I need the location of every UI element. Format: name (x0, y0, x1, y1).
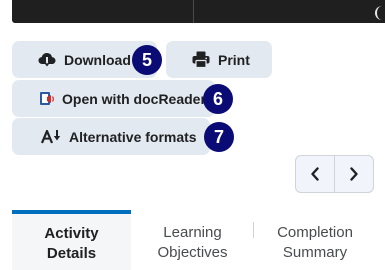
toolbar-edge (375, 6, 385, 20)
pager (295, 155, 374, 193)
download-badge: 5 (132, 45, 162, 75)
download-label: Download (64, 51, 131, 68)
open-docreader-button[interactable]: Open with docReader (12, 80, 215, 117)
tab-completion-summary-line1: Completion (277, 224, 353, 241)
chevron-left-icon (311, 167, 319, 181)
docreader-icon (38, 90, 56, 108)
next-button[interactable] (335, 156, 373, 192)
chevron-right-icon (350, 167, 358, 181)
top-toolbar (12, 0, 385, 23)
tab-activity-details-line2: Details (46, 245, 97, 262)
tab-activity-details-line1: Activity (44, 225, 99, 242)
tab-learning-objectives[interactable]: Learning Objectives (135, 210, 250, 270)
tab-activity-details[interactable]: Activity Details (12, 210, 131, 270)
printer-icon (192, 51, 210, 69)
alternative-formats-button[interactable]: Alternative formats (12, 118, 210, 155)
tab-completion-summary-line2: Summary (282, 244, 348, 261)
print-label: Print (218, 51, 250, 68)
tab-completion-summary[interactable]: Completion Summary (257, 210, 373, 270)
alternative-formats-badge: 7 (204, 122, 234, 152)
tab-learning-objectives-line1: Learning (163, 224, 222, 241)
toolbar-divider (193, 0, 194, 23)
tab-separator (253, 222, 254, 238)
tab-learning-objectives-line2: Objectives (157, 244, 228, 261)
alternative-formats-icon (41, 128, 61, 146)
alternative-formats-label: Alternative formats (69, 128, 197, 145)
cloud-download-icon (38, 51, 56, 69)
print-button[interactable]: Print (166, 41, 272, 78)
docreader-badge: 6 (203, 84, 233, 114)
previous-button[interactable] (296, 156, 334, 192)
open-docreader-label: Open with docReader (62, 90, 206, 107)
